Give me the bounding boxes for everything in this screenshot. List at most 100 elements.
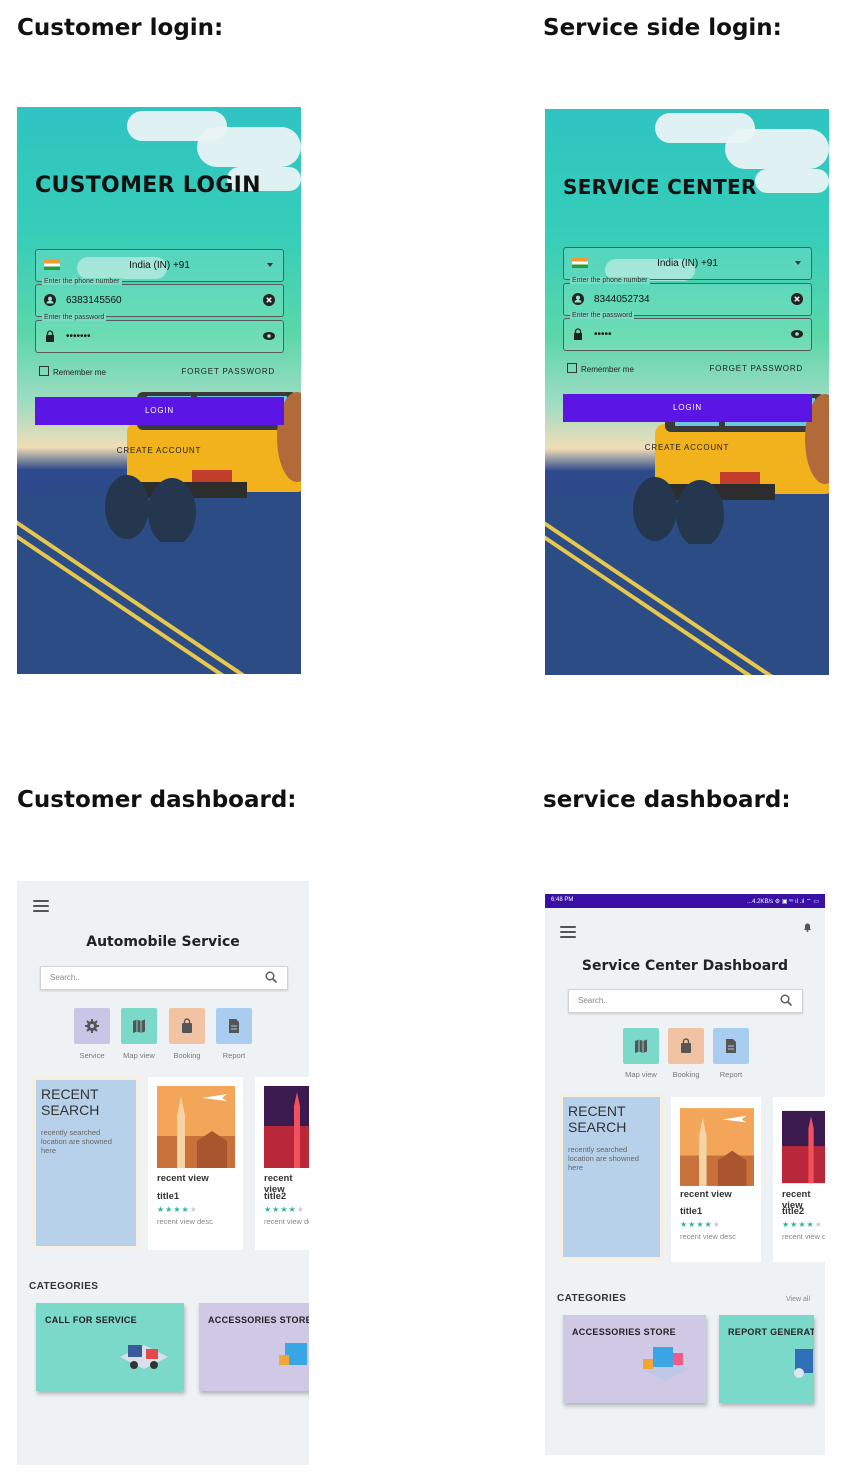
- card-description: recent view desc: [680, 1232, 736, 1241]
- bag-icon: [182, 1018, 192, 1033]
- map-view-tile[interactable]: [623, 1028, 659, 1064]
- booking-tile[interactable]: [668, 1028, 704, 1064]
- remember-me-checkbox[interactable]: Remember me: [567, 363, 634, 374]
- person-icon: [44, 294, 56, 306]
- booking-tile[interactable]: [169, 1008, 205, 1044]
- service-login-screen: SERVICE CENTER India (IN) +91 Enter the …: [545, 109, 829, 675]
- map-icon: [133, 1019, 145, 1033]
- heading-customer-dashboard: Customer dashboard:: [17, 787, 297, 813]
- search-icon[interactable]: [265, 971, 277, 983]
- remember-label: Remember me: [53, 368, 106, 377]
- recent-view-card[interactable]: recent view title2 ★★★★★ recent view des…: [255, 1077, 309, 1250]
- recent-search-subtitle: recently searched location are showned h…: [568, 1145, 639, 1172]
- heading-service-login: Service side login:: [543, 15, 782, 41]
- view-all-link[interactable]: View all: [786, 1296, 810, 1303]
- card-subtitle: title1: [157, 1191, 180, 1202]
- search-input[interactable]: Search..: [568, 989, 803, 1013]
- menu-icon[interactable]: [33, 900, 49, 912]
- tile-label: Map view: [123, 1051, 155, 1060]
- password-value: •••••: [594, 329, 612, 340]
- status-time: 6:48 PM: [551, 897, 574, 903]
- category-accessories-store[interactable]: ACCESSORIES STORE: [199, 1303, 309, 1391]
- password-label: Enter the password: [42, 314, 107, 321]
- phone-value: 6383145560: [66, 295, 122, 306]
- rating-stars: ★★★★★: [264, 1205, 305, 1214]
- categories-heading: CATEGORIES: [557, 1293, 627, 1304]
- clear-icon[interactable]: [791, 293, 803, 305]
- search-icon[interactable]: [780, 994, 792, 1006]
- rating-stars: ★★★★★: [157, 1205, 198, 1214]
- password-field[interactable]: Enter the password •••••: [563, 312, 812, 351]
- password-value: •••••••: [66, 331, 91, 342]
- card-description: recent view desc: [157, 1217, 213, 1226]
- recent-view-card[interactable]: recent view title2 ★★★★★ recent view des…: [773, 1097, 825, 1262]
- lock-icon: [46, 330, 54, 342]
- tile-label: Map view: [625, 1070, 657, 1079]
- category-call-for-service[interactable]: CALL FOR SERVICE: [36, 1303, 184, 1391]
- report-tile[interactable]: [713, 1028, 749, 1064]
- password-field[interactable]: Enter the password •••••••: [35, 314, 284, 353]
- search-input[interactable]: Search..: [40, 966, 288, 990]
- card-subtitle: title2: [264, 1191, 287, 1202]
- recent-search-card[interactable]: RECENT SEARCH recently searched location…: [32, 1076, 140, 1250]
- recent-search-subtitle: recently searched location are showned h…: [41, 1128, 112, 1155]
- phone-label: Enter the phone number: [42, 278, 122, 285]
- create-account-link[interactable]: CREATE ACCOUNT: [545, 443, 829, 452]
- phone-value: 8344052734: [594, 294, 650, 305]
- document-icon: [726, 1039, 736, 1053]
- bag-icon: [681, 1038, 691, 1053]
- category-label: CALL FOR SERVICE: [45, 1315, 137, 1325]
- page-title: CUSTOMER LOGIN: [35, 173, 261, 198]
- chevron-down-icon: [795, 261, 801, 265]
- store-illustration: [641, 1347, 689, 1381]
- login-button[interactable]: LOGIN: [35, 397, 284, 425]
- menu-icon[interactable]: [560, 926, 576, 938]
- service-tile[interactable]: [74, 1008, 110, 1044]
- map-icon: [635, 1039, 647, 1053]
- travel-image: [157, 1086, 235, 1168]
- phone-label: Enter the phone number: [570, 277, 650, 284]
- service-dashboard-screen: 6:48 PM ...4.2KB/s ⚙ ▣ ᵛᵒ ıl .ıl ⌔ ▭ Ser…: [545, 894, 825, 1455]
- bell-icon[interactable]: [803, 922, 812, 932]
- card-subtitle: title1: [680, 1206, 703, 1217]
- heading-customer-login: Customer login:: [17, 15, 224, 41]
- tile-label: Report: [222, 1051, 246, 1060]
- page-title: Service Center Dashboard: [581, 958, 789, 974]
- phone-field[interactable]: Enter the phone number 6383145560: [35, 278, 284, 317]
- eye-icon[interactable]: [263, 330, 275, 342]
- recent-view-card[interactable]: recent view title1 ★★★★★ recent view des…: [671, 1097, 761, 1262]
- rating-stars: ★★★★★: [680, 1220, 721, 1229]
- customer-dashboard-screen: Automobile Service Search.. Service Map …: [17, 881, 309, 1465]
- card-description: recent view desc: [782, 1232, 825, 1241]
- remember-label: Remember me: [581, 365, 634, 374]
- remember-me-checkbox[interactable]: Remember me: [39, 366, 106, 377]
- category-report-generation[interactable]: REPORT GENERATION: [719, 1315, 814, 1403]
- gear-icon: [85, 1019, 99, 1033]
- password-label: Enter the password: [570, 312, 635, 319]
- recent-view-card[interactable]: recent view title1 ★★★★★ recent view des…: [148, 1077, 243, 1250]
- forgot-password-link[interactable]: FORGET PASSWORD: [182, 367, 276, 376]
- create-account-link[interactable]: CREATE ACCOUNT: [17, 446, 301, 455]
- card-description: recent view desc: [264, 1217, 309, 1226]
- recent-search-card[interactable]: RECENT SEARCH recently searched location…: [559, 1093, 664, 1261]
- clear-icon[interactable]: [263, 294, 275, 306]
- forgot-password-link[interactable]: FORGET PASSWORD: [710, 364, 804, 373]
- category-accessories-store[interactable]: ACCESSORIES STORE: [563, 1315, 706, 1403]
- map-view-tile[interactable]: [121, 1008, 157, 1044]
- category-label: ACCESSORIES STORE: [572, 1327, 676, 1337]
- page-title: SERVICE CENTER: [563, 175, 757, 199]
- country-value: India (IN) +91: [129, 260, 190, 271]
- search-placeholder: Search..: [50, 973, 80, 982]
- eye-icon[interactable]: [791, 328, 803, 340]
- categories-heading: CATEGORIES: [29, 1281, 99, 1292]
- recent-search-heading: RECENT SEARCH: [568, 1103, 627, 1135]
- report-tile[interactable]: [216, 1008, 252, 1044]
- card-title: recent view: [680, 1189, 732, 1200]
- login-button[interactable]: LOGIN: [563, 394, 812, 422]
- report-illustration: [794, 1349, 813, 1378]
- category-label: REPORT GENERATION: [728, 1327, 814, 1337]
- service-illustration: [120, 1345, 168, 1369]
- city-image: [264, 1086, 309, 1168]
- country-select[interactable]: India (IN) +91: [563, 247, 812, 280]
- travel-image: [680, 1108, 754, 1186]
